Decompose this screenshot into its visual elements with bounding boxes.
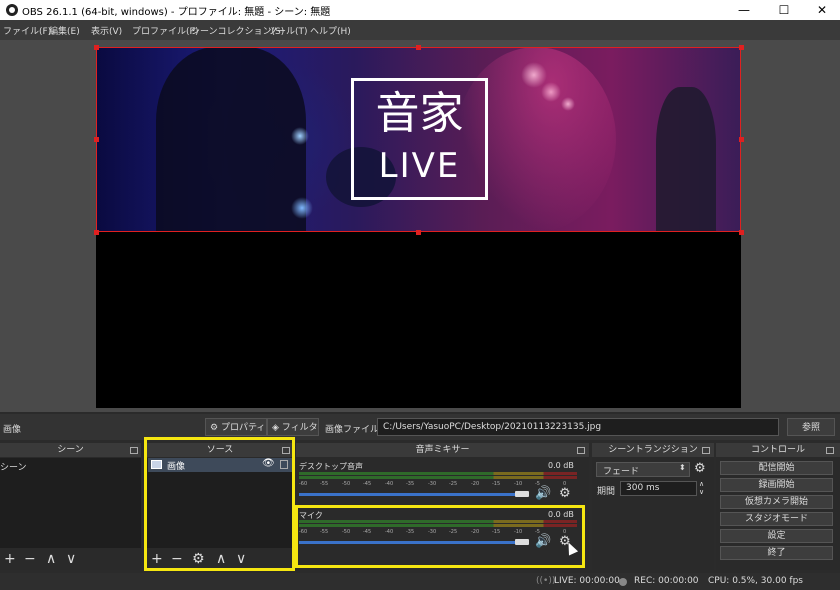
duration-spinner[interactable]: ∧ ∨ [699, 480, 704, 496]
move-up-icon[interactable]: ∧ [46, 552, 56, 566]
menu-help[interactable]: ヘルプ(H) [310, 24, 351, 37]
image-file-label: 画像ファイル [325, 425, 380, 435]
menu-file[interactable]: ファイル(F) [3, 24, 51, 37]
title-bar: OBS 26.1.1 (64-bit, windows) - プロファイル: 無… [0, 0, 840, 20]
start-virtual-camera-button[interactable]: 仮想カメラ開始 [720, 495, 833, 509]
rec-dot-icon [619, 578, 627, 586]
live-time: LIVE: 00:00:00 [554, 576, 620, 586]
transition-settings-icon[interactable]: ⚙ [694, 461, 706, 476]
maximize-button[interactable]: ☐ [764, 0, 804, 20]
volume-slider[interactable] [299, 493, 521, 496]
filter-icon: ◈ [272, 423, 279, 433]
resize-handle[interactable] [739, 230, 744, 235]
transition-select-value: フェード [603, 467, 640, 477]
settings-button[interactable]: 設定 [720, 529, 833, 543]
resize-handle[interactable] [94, 45, 99, 50]
highlight-mic-channel [295, 505, 585, 568]
resize-handle[interactable] [416, 45, 421, 50]
resize-handle[interactable] [416, 230, 421, 235]
resize-handle[interactable] [94, 230, 99, 235]
properties-button-label: プロパティ [220, 423, 266, 433]
undock-icon[interactable] [130, 447, 138, 454]
undock-icon[interactable] [826, 447, 834, 454]
highlight-sources [144, 437, 295, 571]
speaker-icon[interactable]: 🔊 [535, 486, 551, 501]
mixer-header: 音声ミキサー [296, 443, 589, 457]
transitions-header: シーントランジション [592, 443, 714, 457]
channel-db: 0.0 dB [548, 461, 574, 470]
move-down-icon[interactable]: ∨ [66, 552, 76, 566]
minimize-button[interactable]: — [724, 0, 764, 20]
exit-button[interactable]: 終了 [720, 546, 833, 560]
transition-select[interactable]: フェード ⬍ [596, 462, 690, 477]
undock-icon[interactable] [702, 447, 710, 454]
image-path-field[interactable]: C:/Users/YasuoPC/Desktop/20210113223135.… [377, 418, 779, 436]
gear-icon[interactable]: ⚙ [559, 486, 571, 501]
resize-handle[interactable] [739, 45, 744, 50]
menu-bar: ファイル(F) 編集(E) 表示(V) プロファイル(P) シーンコレクション(… [0, 20, 840, 40]
duration-input[interactable]: 300 ms [620, 481, 697, 496]
menu-profile[interactable]: プロファイル(P) [132, 24, 198, 37]
resize-handle[interactable] [94, 137, 99, 142]
start-streaming-button[interactable]: 配信開始 [720, 461, 833, 475]
selected-source-label: 画像 [3, 425, 22, 435]
undock-icon[interactable] [577, 447, 585, 454]
volume-slider-handle[interactable] [515, 491, 529, 497]
scene-item[interactable]: シーン [0, 460, 27, 473]
volume-meter [299, 472, 577, 475]
filters-button[interactable]: ◈ フィルタ [267, 418, 319, 436]
browse-button[interactable]: 参照 [787, 418, 835, 436]
duration-label: 期間 [597, 487, 616, 497]
resize-handle[interactable] [739, 137, 744, 142]
controls-header: コントロール [716, 443, 840, 457]
cpu-status: CPU: 0.5%, 30.00 fps [708, 576, 803, 586]
start-recording-button[interactable]: 録画開始 [720, 478, 833, 492]
menu-edit[interactable]: 編集(E) [49, 24, 80, 37]
properties-button[interactable]: ⚙ プロパティ [205, 418, 267, 436]
banner-logo-live: LIVE [378, 146, 461, 186]
rec-time: REC: 00:00:00 [634, 576, 699, 586]
close-button[interactable]: ✕ [802, 0, 840, 20]
window-title: OBS 26.1.1 (64-bit, windows) - プロファイル: 無… [22, 7, 331, 18]
live-signal-icon: ((•)) [536, 576, 556, 586]
gear-icon: ⚙ [210, 423, 219, 433]
menu-view[interactable]: 表示(V) [91, 24, 122, 37]
scenes-header: シーン [0, 443, 141, 457]
filters-button-label: フィルタ [281, 423, 318, 433]
remove-scene-icon[interactable]: − [24, 552, 36, 566]
menu-tools[interactable]: ツール(T) [268, 24, 308, 37]
duration-value: 300 ms [626, 483, 660, 493]
studio-mode-button[interactable]: スタジオモード [720, 512, 833, 526]
select-arrow-icon: ⬍ [679, 463, 686, 472]
add-scene-icon[interactable]: + [4, 552, 16, 566]
obs-logo-icon [6, 4, 18, 16]
banner-logo-kanji: 音家 [375, 88, 464, 139]
volume-meter [299, 476, 577, 479]
channel-name: デスクトップ音声 [299, 462, 363, 471]
